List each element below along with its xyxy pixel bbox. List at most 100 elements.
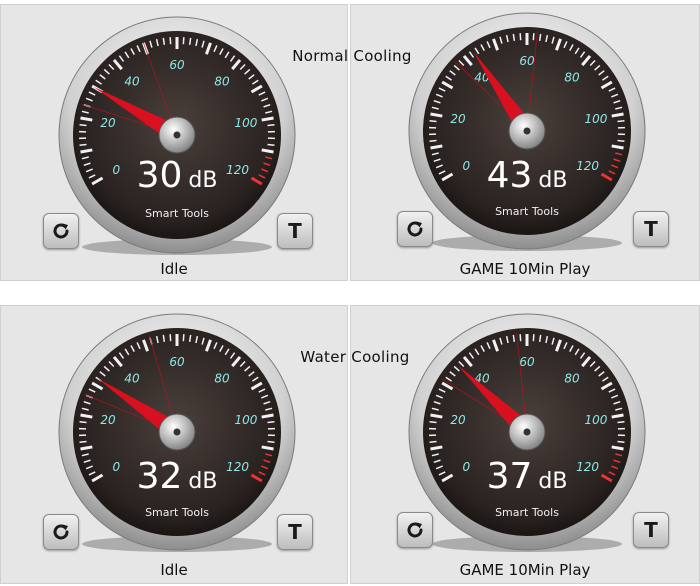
gauge-caption: Idle [160, 561, 188, 579]
section-title-normal-cooling: Normal Cooling [292, 47, 412, 65]
gauge-tick-label: 20 [450, 112, 466, 126]
refresh-icon [407, 522, 423, 538]
gauge-tick [80, 445, 93, 451]
gauge-tick [80, 116, 93, 122]
gauge-hub-center [523, 428, 531, 436]
db-value: 43 [486, 155, 533, 196]
db-value: 30 [136, 155, 183, 196]
gauge-tick [79, 421, 87, 424]
gauge-tick [261, 116, 274, 122]
brand-label: Smart Tools [145, 207, 209, 220]
gauge-tick-label: 80 [564, 70, 580, 84]
gauge-tick [429, 139, 437, 142]
gauge-tick [79, 440, 87, 443]
gauge-tick-label: 60 [519, 54, 535, 68]
db-reading: 43 dB [457, 155, 597, 196]
refresh-icon [53, 524, 69, 540]
gauge-tick-label: 20 [450, 413, 466, 427]
gauge-tick [617, 120, 625, 123]
refresh-icon [407, 221, 423, 237]
db-unit: dB [538, 168, 568, 193]
gauge-tick-label: 60 [169, 58, 185, 72]
gauge-panel-3: 0 20 40 60 80 100 120 32 dB Smart Tools T Idle [0, 305, 348, 584]
gauge-tick [611, 112, 624, 118]
gauge-hub-center [173, 428, 181, 436]
gauge-tick [80, 148, 93, 154]
t-button[interactable]: T [277, 514, 313, 550]
gauge-tick [512, 33, 516, 41]
gauge-tick [611, 144, 624, 150]
gauge-tick [430, 445, 443, 451]
refresh-button[interactable] [43, 514, 79, 550]
gauge-tick [538, 33, 542, 41]
db-reading: 30 dB [107, 155, 247, 196]
gauge-caption: Idle [160, 260, 188, 278]
gauge-tick [267, 440, 275, 443]
gauge-tick-label: 20 [100, 413, 116, 427]
gauge-tick-label: 100 [234, 116, 257, 130]
gauge-panel-1: 0 20 40 60 80 100 120 30 dB Smart Tools T Idle [0, 4, 348, 281]
gauge-tick [429, 440, 437, 443]
gauge-caption: GAME 10Min Play [459, 561, 591, 579]
gauge-panel-4: 0 20 40 60 80 100 120 37 dB Smart Tools T GAME … [350, 305, 700, 584]
gauge-tick-label: 40 [124, 74, 140, 88]
gauge-tick [267, 421, 275, 424]
gauge-caption: GAME 10Min Play [459, 260, 591, 278]
gauge-tick-label: 60 [169, 355, 185, 369]
gauge-tick [267, 124, 275, 127]
refresh-icon [53, 223, 69, 239]
gauge-tick [429, 120, 437, 123]
gauge-tick-label: 80 [214, 371, 230, 385]
db-reading: 32 dB [107, 456, 247, 497]
gauge-tick [611, 413, 624, 419]
gauge-tick-label: 100 [584, 413, 607, 427]
t-button[interactable]: T [633, 211, 669, 247]
db-value: 32 [136, 456, 183, 497]
gauge-tick [261, 413, 274, 419]
gauge-tick [188, 37, 192, 45]
gauge-tick [430, 144, 443, 150]
gauge-tick-label: 60 [519, 355, 535, 369]
t-button[interactable]: T [633, 512, 669, 548]
gauge-tick [162, 37, 166, 45]
brand-label: Smart Tools [495, 205, 559, 218]
gauge-tick-label: 80 [564, 371, 580, 385]
db-value: 37 [486, 456, 533, 497]
gauge-tick-label: 40 [124, 371, 140, 385]
gauge-tick [430, 112, 443, 118]
t-button[interactable]: T [277, 213, 313, 249]
gauge-tick [188, 334, 192, 342]
gauge-tick-label: 80 [214, 74, 230, 88]
refresh-button[interactable] [397, 211, 433, 247]
gauge-tick [429, 421, 437, 424]
gauge-hub-center [173, 131, 181, 139]
gauge-tick [538, 334, 542, 342]
section-title-water-cooling: Water Cooling [300, 348, 410, 366]
gauge-tick-label: 100 [234, 413, 257, 427]
gauge-tick [261, 445, 274, 451]
gauge-tick [261, 148, 274, 154]
gauge-tick [617, 440, 625, 443]
gauge-panel-2: 0 20 40 60 80 100 120 43 dB Smart Tools T GAME … [350, 4, 700, 281]
gauge-tick [79, 124, 87, 127]
gauge-tick [162, 334, 166, 342]
gauge-tick [267, 143, 275, 146]
gauge-tick [80, 413, 93, 419]
db-unit: dB [188, 168, 218, 193]
brand-label: Smart Tools [495, 506, 559, 519]
gauge-tick-label: 100 [584, 112, 607, 126]
brand-label: Smart Tools [145, 506, 209, 519]
refresh-button[interactable] [43, 213, 79, 249]
gauge-tick [430, 413, 443, 419]
refresh-button[interactable] [397, 512, 433, 548]
gauge-tick [617, 421, 625, 424]
db-unit: dB [188, 469, 218, 494]
gauge-tick [79, 143, 87, 146]
db-reading: 37 dB [457, 456, 597, 497]
gauge-tick [512, 334, 516, 342]
db-unit: dB [538, 469, 568, 494]
gauge-tick-label: 20 [100, 116, 116, 130]
gauge-tick [611, 445, 624, 451]
gauge-hub-center [523, 127, 531, 135]
gauge-tick [617, 139, 625, 142]
